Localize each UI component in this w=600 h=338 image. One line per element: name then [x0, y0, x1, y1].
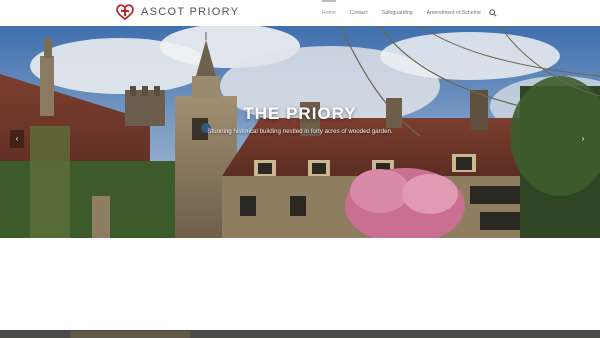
chevron-right-icon: › — [581, 134, 585, 143]
next-section-image — [70, 331, 190, 338]
next-section-strip — [0, 330, 600, 338]
main-nav: Home Contact Safeguarding Amendment of S… — [322, 0, 497, 26]
hero-slider: THE PRIORY Stunning historical building … — [0, 26, 600, 238]
nav-item-home[interactable]: Home — [322, 0, 336, 26]
hero-subtitle: Stunning historical building nestled in … — [207, 128, 393, 135]
chevron-left-icon: ‹ — [15, 134, 19, 143]
site-logo[interactable]: ASCOT PRIORY — [115, 2, 239, 22]
site-name: ASCOT PRIORY — [141, 6, 240, 18]
slider-next-button[interactable]: › — [576, 130, 590, 148]
nav-item-safeguarding[interactable]: Safeguarding — [382, 0, 413, 26]
hero-title: THE PRIORY — [243, 104, 357, 123]
heart-cross-logo-icon — [116, 4, 134, 21]
nav-item-contact[interactable]: Contact — [350, 0, 368, 26]
search-icon[interactable] — [489, 9, 497, 17]
site-header: ASCOT PRIORY Home Contact Safeguarding A… — [0, 0, 600, 26]
nav-item-amendment-of-scheme[interactable]: Amendment of Scheme — [427, 0, 481, 26]
slider-prev-button[interactable]: ‹ — [10, 130, 24, 148]
